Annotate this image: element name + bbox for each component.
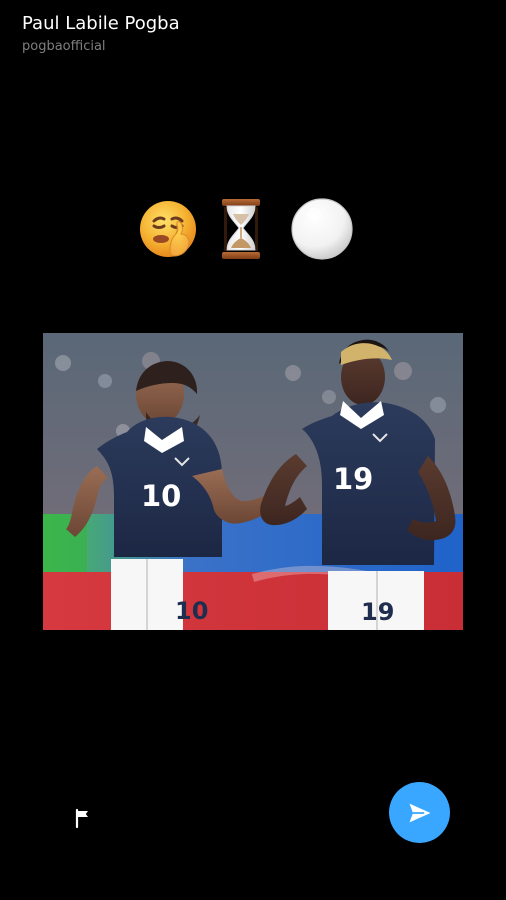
shushing-face-emoji xyxy=(136,197,200,261)
report-button[interactable] xyxy=(66,800,102,836)
player-right-shorts-number: 19 xyxy=(361,598,394,626)
shared-photo[interactable]: 10 10 19 19 xyxy=(43,333,463,630)
chat-header: Paul Labile Pogba pogbaofficial xyxy=(22,12,482,55)
username: pogbaofficial xyxy=(22,39,106,54)
profile-name: Paul Labile Pogba xyxy=(22,13,180,34)
white-circle-emoji xyxy=(290,197,354,261)
flag-icon xyxy=(75,808,88,829)
send-icon xyxy=(409,803,430,822)
player-left-shorts-number: 10 xyxy=(175,597,208,625)
emoji-row xyxy=(136,197,362,263)
player-left-number: 10 xyxy=(141,479,181,513)
send-button[interactable] xyxy=(389,782,450,843)
player-right-number: 19 xyxy=(333,462,373,496)
hourglass-emoji xyxy=(218,197,282,261)
